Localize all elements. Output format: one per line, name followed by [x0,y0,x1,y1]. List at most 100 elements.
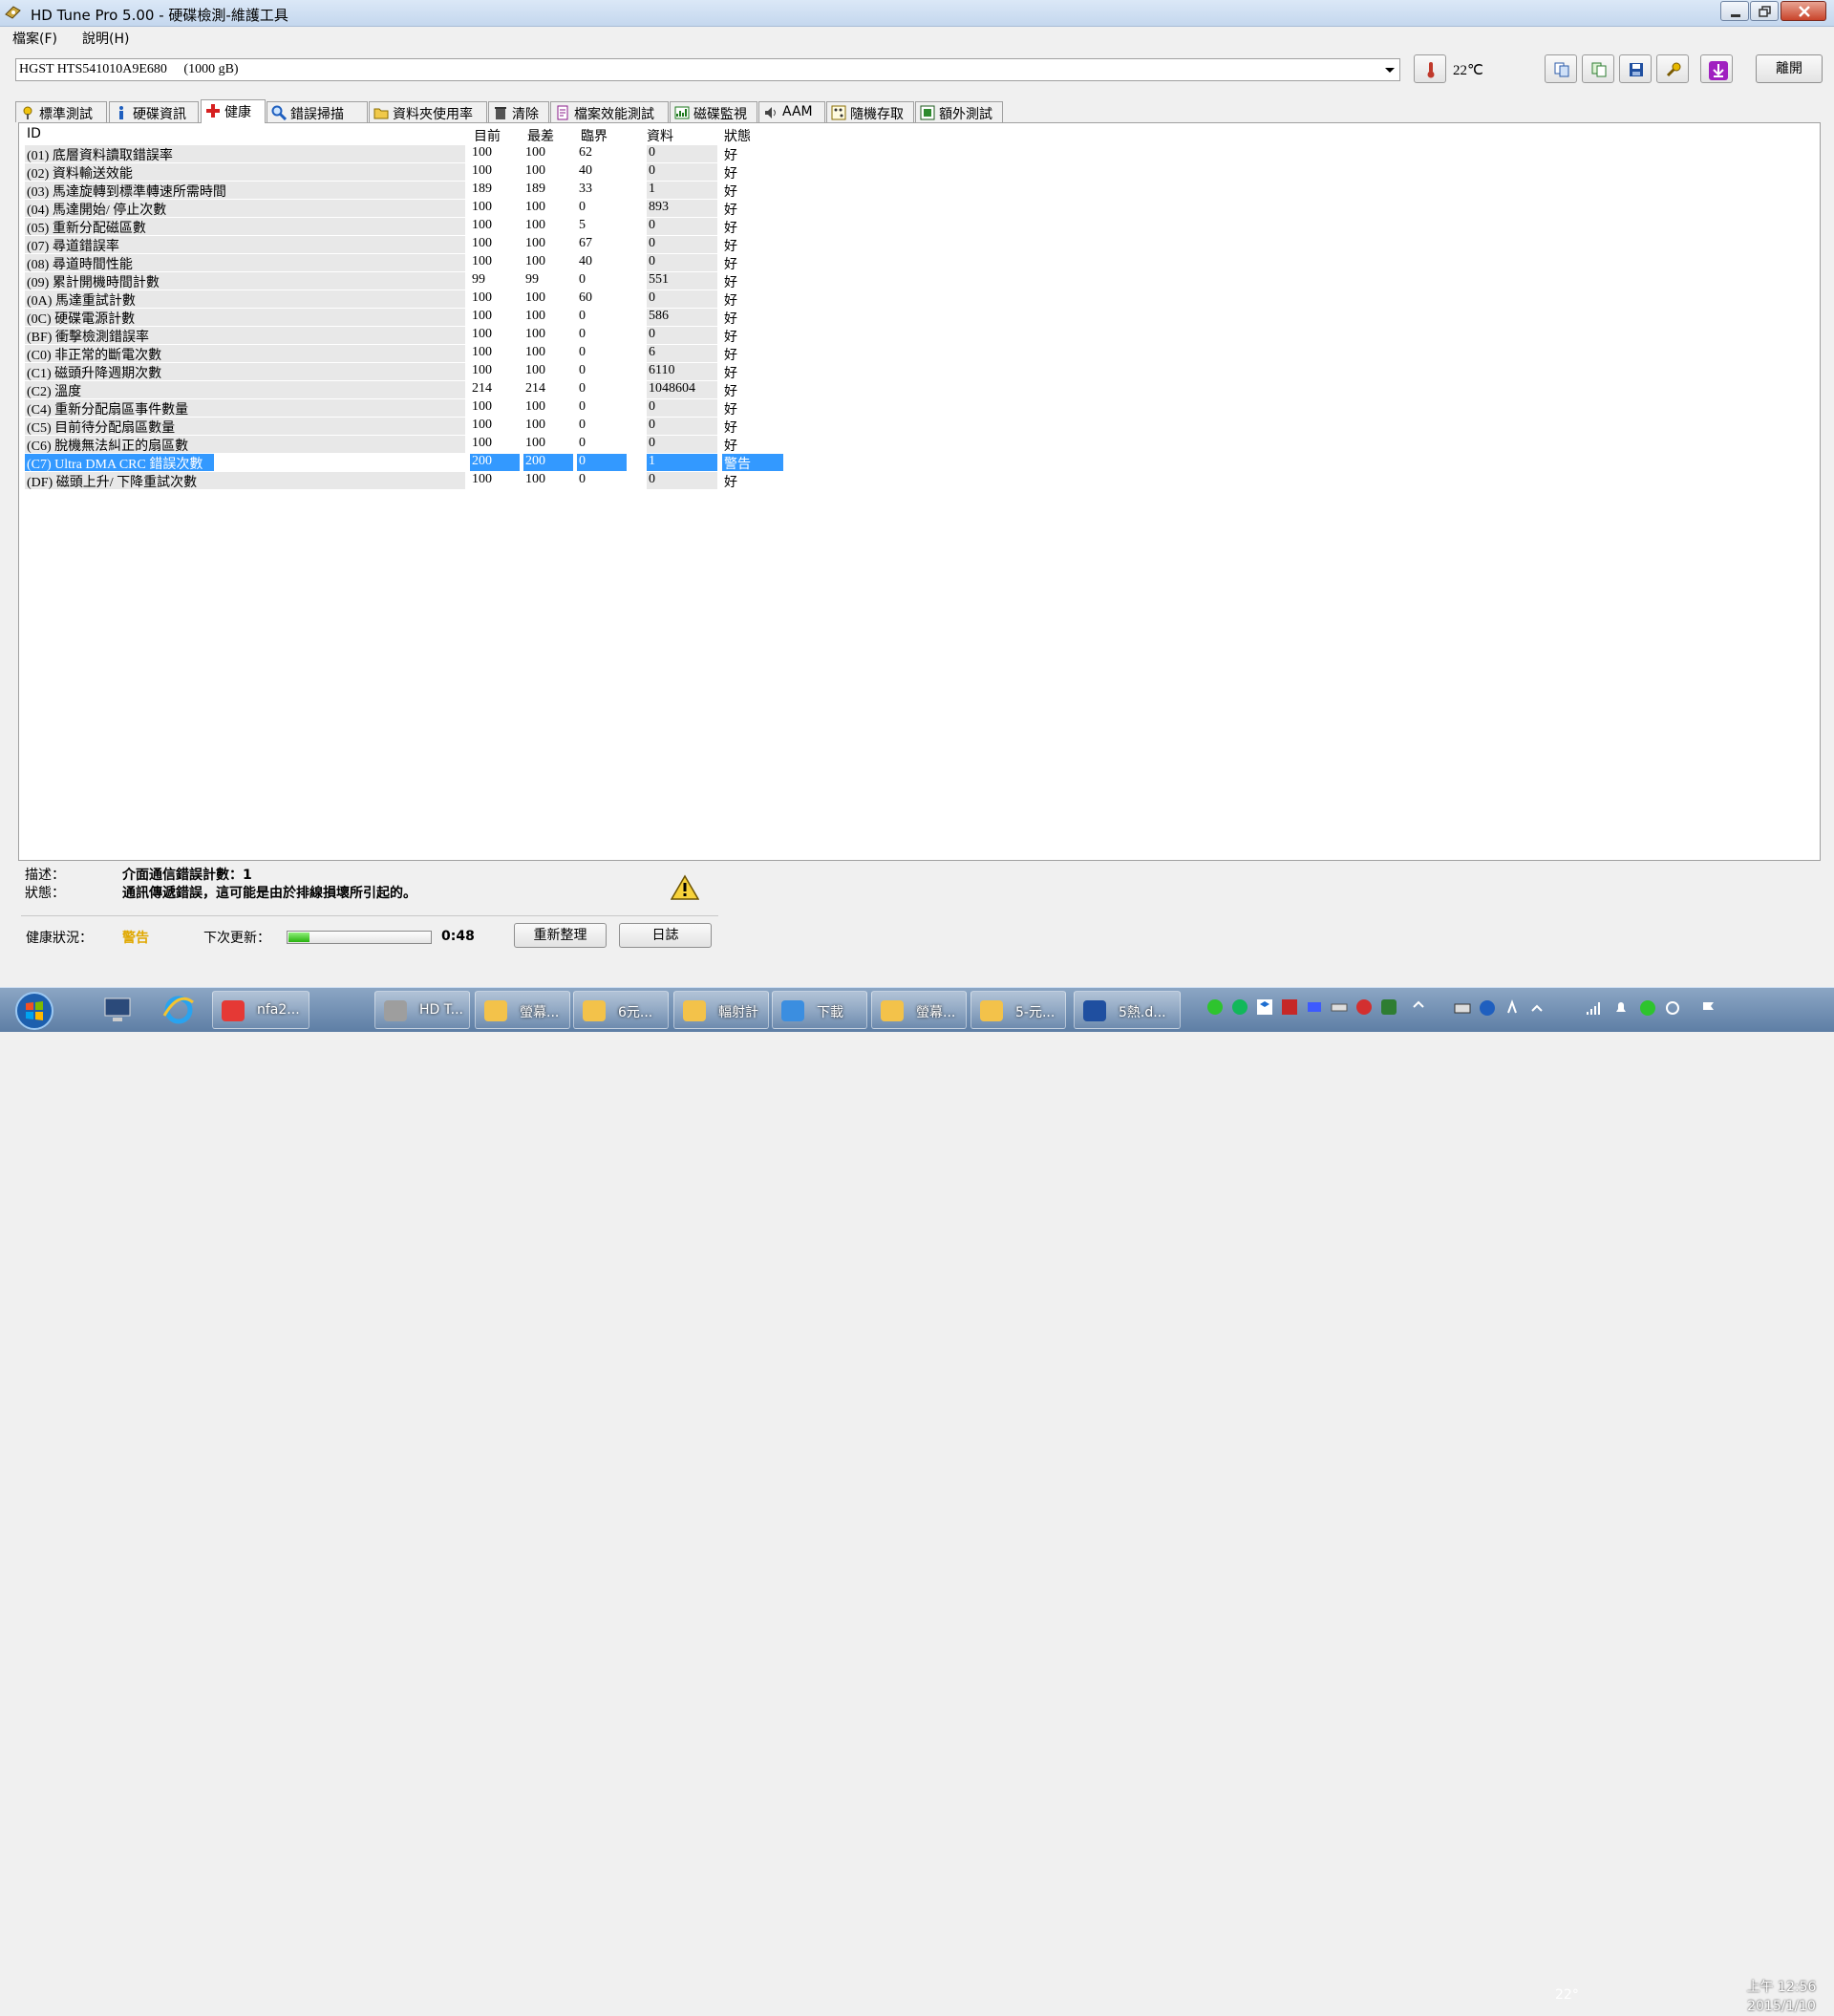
table-row[interactable]: (C6) 脫機無法糾正的扇區數 100 100 0 0 好 [25,435,783,454]
table-row[interactable]: (01) 底層資料讀取錯誤率 100 100 62 0 好 [25,144,783,163]
chat-app-icon[interactable] [1231,998,1248,1016]
table-row[interactable]: (04) 馬達開始/ 停止次數 100 100 0 893 好 [25,199,783,218]
tray-expand-icon[interactable] [1410,998,1427,1016]
sync-icon[interactable] [1664,999,1681,1017]
table-row[interactable]: (C5) 目前待分配扇區數量 100 100 0 0 好 [25,417,783,436]
tab-disk-monitor[interactable]: 磁碟監視 [670,101,757,122]
table-row[interactable]: (02) 資料輸送效能 100 100 40 0 好 [25,162,783,182]
taskbar-computer[interactable] [92,991,143,1029]
table-row[interactable]: (C0) 非正常的斷電次數 100 100 0 6 好 [25,344,783,363]
network-tool-icon[interactable] [1306,998,1323,1016]
ime-icon[interactable] [1503,999,1521,1017]
cell-status: 好 [724,204,737,218]
taskbar-item[interactable]: HD T... [374,991,470,1029]
cell-current: 100 [472,163,492,178]
copy-info-button[interactable] [1545,54,1577,83]
signal-icon[interactable] [1586,999,1603,1017]
cell-worst: 100 [525,418,545,432]
table-row[interactable]: (03) 馬達旋轉到標準轉速所需時間 189 189 33 1 好 [25,181,783,200]
tab-file-benchmark[interactable]: 檔案效能測試 [550,101,669,122]
show-hidden-icons-icon[interactable] [1528,999,1546,1017]
log-button[interactable]: 日誌 [619,923,712,948]
table-row[interactable]: (0C) 硬碟電源計數 100 100 0 586 好 [25,308,783,327]
folder-icon [484,1000,507,1021]
notification-bell-icon[interactable] [1612,999,1630,1017]
keyboard-icon[interactable] [1454,999,1471,1017]
close-button[interactable] [1781,1,1826,21]
taskbar-item[interactable]: 螢幕... [475,991,570,1029]
menu-file[interactable]: 檔案(F) [12,29,57,48]
help-icon[interactable] [1479,999,1496,1017]
header-id[interactable]: ID [27,126,41,141]
cell-current: 189 [472,182,492,196]
table-row[interactable]: (09) 累計開機時間計數 99 99 0 551 好 [25,271,783,290]
dropbox-icon[interactable] [1256,998,1273,1016]
refresh-button[interactable]: 重新整理 [514,923,607,948]
taskbar-item-label: 螢幕... [916,1005,956,1020]
tab-info[interactable]: 硬碟資訊 [109,101,199,122]
table-row[interactable]: (C4) 重新分配扇區事件數量 100 100 0 0 好 [25,398,783,418]
table-row[interactable]: (DF) 磁頭上升/ 下降重試次數 100 100 0 0 好 [25,471,783,490]
warning-icon [671,874,699,900]
tab-aam[interactable]: AAM [758,101,825,122]
taskbar-item[interactable]: nfa2... [212,991,309,1029]
tab-extra-tests[interactable]: 額外測試 [915,101,1003,122]
system-clock[interactable]: 上午 12:56 2015/1/10 [1735,1978,1828,2016]
cell-worst: 100 [525,309,545,323]
start-button[interactable] [8,991,61,1031]
header-threshold[interactable]: 臨界 [581,126,608,145]
drive-tray-icon[interactable] [1331,998,1348,1016]
taskbar-item[interactable]: 5-元... [970,991,1066,1029]
header-status[interactable]: 狀態 [724,126,751,145]
wechat-icon[interactable] [1639,999,1656,1017]
exit-button[interactable]: 離開 [1756,54,1823,83]
cell-status: 好 [724,222,737,236]
cpu-64-icon[interactable] [1281,998,1298,1016]
header-data[interactable]: 資料 [647,126,673,145]
taskbar-ie[interactable] [153,991,204,1029]
table-row[interactable]: (08) 尋道時間性能 100 100 40 0 好 [25,253,783,272]
cell-data: 0 [647,290,717,308]
table-row[interactable]: (0A) 馬達重試計數 100 100 60 0 好 [25,290,783,309]
minimize-button[interactable] [1720,1,1749,21]
taskbar-item[interactable]: 螢幕... [871,991,967,1029]
app-window: HD Tune Pro 5.00 - 硬碟檢測-維護工具 檔案(F) 說明(H)… [0,0,1834,987]
menu-help[interactable]: 說明(H) [82,29,129,48]
action-center-flag-icon[interactable] [1700,999,1717,1017]
tab-folder-usage[interactable]: 資料夾使用率 [369,101,487,122]
cell-id: (C1) 磁頭升降週期次數 [25,363,465,381]
tab-erase[interactable]: 清除 [488,101,549,122]
cell-id: (C6) 脫機無法糾正的扇區數 [25,436,465,454]
header-current[interactable]: 目前 [474,126,501,145]
tab-health[interactable]: 健康 [201,99,266,123]
header-worst[interactable]: 最差 [527,126,554,145]
tab-error-scan[interactable]: 錯誤掃描 [267,101,368,122]
download-button[interactable] [1700,54,1733,83]
save-button[interactable] [1619,54,1652,83]
copy-all-button[interactable] [1582,54,1614,83]
cell-data: 551 [647,272,717,290]
taskbar-item[interactable]: 5熱.d... [1074,991,1181,1029]
tab-benchmark[interactable]: 標準測試 [15,101,107,122]
taskbar: nfa2... HD T... 螢幕... 6元... 輻射計 下載 螢幕... 5-元...… [0,987,1834,2014]
antivirus-icon[interactable] [1355,998,1373,1016]
taskbar-item[interactable]: 輻射計 [673,991,769,1029]
green-app-icon[interactable] [1380,998,1397,1016]
taskbar-item[interactable]: 下載 [772,991,867,1029]
line-app-icon[interactable] [1206,998,1224,1016]
taskbar-item[interactable]: 6元... [573,991,669,1029]
temperature-button[interactable] [1414,54,1446,83]
table-row[interactable]: (C7) Ultra DMA CRC 錯誤次數 200 200 0 1 警告 [25,453,783,472]
table-row[interactable]: (07) 尋道錯誤率 100 100 67 0 好 [25,235,783,254]
table-row[interactable]: (05) 重新分配磁區數 100 100 5 0 好 [25,217,783,236]
table-row[interactable]: (C2) 溫度 214 214 0 1048604 好 [25,380,783,399]
table-row[interactable]: (BF) 衝擊檢測錯誤率 100 100 0 0 好 [25,326,783,345]
restore-button[interactable] [1750,1,1779,21]
options-button[interactable] [1656,54,1689,83]
drive-select[interactable]: HGST HTS541010A9E680 (1000 gB) [15,58,1400,81]
cell-threshold: 0 [579,272,586,287]
cell-current: 100 [472,436,492,450]
table-row[interactable]: (C1) 磁頭升降週期次數 100 100 0 6110 好 [25,362,783,381]
cell-threshold: 67 [579,236,592,250]
tab-random-access[interactable]: 隨機存取 [826,101,914,122]
